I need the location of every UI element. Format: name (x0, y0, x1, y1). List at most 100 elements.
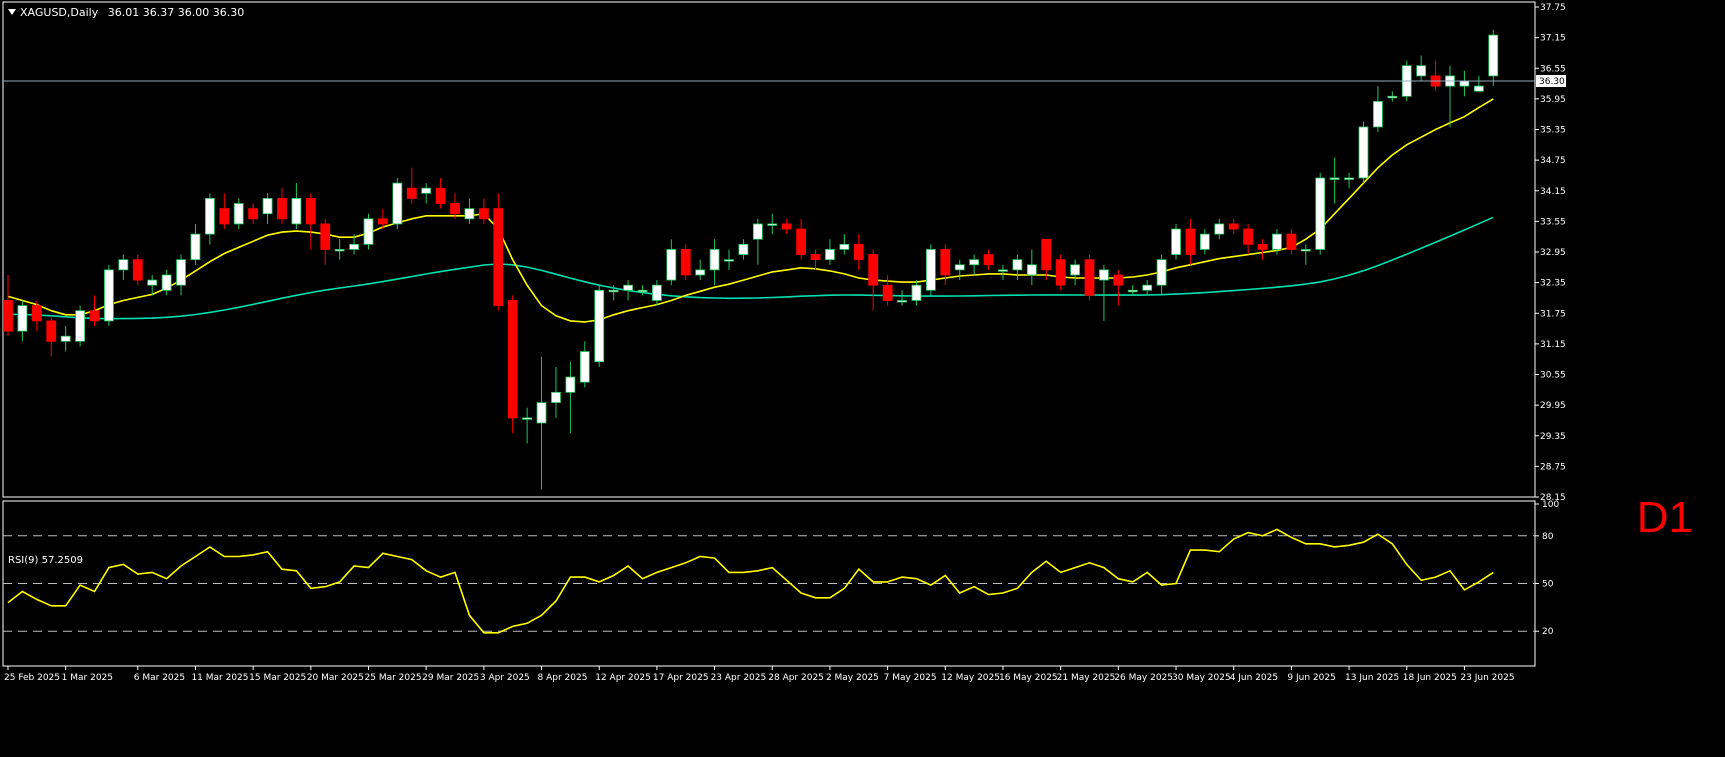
time-tick-label: 26 May 2025 (1114, 673, 1173, 683)
price-tick-label: 32.35 (1540, 279, 1566, 289)
candle-down (1228, 223, 1239, 230)
candle-up (1473, 85, 1484, 92)
ma-slow-path (7, 216, 1494, 320)
candle-up (334, 249, 345, 252)
time-tick-label: 30 May 2025 (1172, 673, 1231, 683)
candle-up (637, 289, 648, 293)
time-tick-label: 15 Mar 2025 (249, 673, 306, 683)
current-price-label: 36.30 (1539, 77, 1565, 87)
time-tick-label: 21 May 2025 (1057, 673, 1116, 683)
candle-up (998, 269, 1008, 272)
candle-up (233, 203, 244, 225)
time-tick-label: 16 May 2025 (999, 673, 1058, 683)
candle-up (839, 243, 850, 250)
candle-up (565, 376, 576, 393)
candle-up (954, 264, 965, 271)
candle-up (551, 391, 561, 403)
rsi-tick-label: 20 (1542, 627, 1554, 637)
candle-down (796, 228, 806, 255)
candle-up (392, 182, 403, 225)
time-tick-label: 11 Mar 2025 (191, 673, 248, 683)
candles (3, 29, 1499, 490)
candle-up (161, 274, 172, 291)
candle-down (940, 249, 951, 276)
price-tick-label: 33.55 (1540, 217, 1566, 227)
time-tick-label: 20 Mar 2025 (307, 673, 364, 683)
candle-down (248, 208, 259, 220)
candle-down (1055, 259, 1066, 286)
time-tick-label: 25 Feb 2025 (4, 673, 60, 683)
candle-up (1156, 259, 1167, 286)
time-tick-label: 23 Apr 2025 (711, 673, 767, 683)
time-tick-label: 23 Jun 2025 (1460, 673, 1514, 683)
candle-down (277, 198, 287, 220)
price-tick-label: 32.95 (1540, 248, 1566, 258)
rsi-path (7, 528, 1494, 634)
candle-up (75, 310, 85, 342)
candle-down (219, 208, 230, 225)
candle-up (1214, 223, 1225, 235)
candle-up (204, 198, 215, 235)
candle-down (450, 203, 460, 215)
rsi-tick-label: 100 (1542, 500, 1559, 510)
candle-up (147, 279, 158, 286)
candle-down (983, 254, 994, 266)
candle-down (1257, 243, 1268, 250)
candle-up (608, 289, 619, 293)
candle-up (1300, 249, 1311, 252)
candle-down (3, 300, 13, 332)
time-tick-label: 25 Mar 2025 (365, 673, 422, 683)
candle-down (1041, 238, 1052, 271)
symbol-label: XAGUSD,Daily (20, 6, 99, 19)
candle-down (853, 243, 864, 261)
candle-up (1127, 289, 1138, 293)
candle-up (17, 305, 28, 332)
candle-up (925, 249, 936, 291)
candle-up (60, 335, 71, 342)
price-tick-label: 37.75 (1540, 3, 1566, 13)
chart-header[interactable]: XAGUSD,Daily 36.01 36.37 36.00 36.30 (8, 6, 244, 19)
time-tick-label: 1 Mar 2025 (62, 673, 113, 683)
candle-down (1113, 274, 1124, 286)
candle-up (421, 187, 432, 194)
ma-slow-line (7, 216, 1494, 320)
candle-up (1099, 269, 1109, 281)
rsi-header: RSI(9) 57.2509 (8, 555, 83, 566)
candle-up (1373, 101, 1383, 128)
candle-up (176, 259, 186, 286)
time-tick-label: 17 Apr 2025 (653, 673, 709, 683)
price-tick-label: 35.35 (1540, 126, 1566, 136)
time-tick-label: 13 Jun 2025 (1345, 673, 1399, 683)
price-tick-label: 30.55 (1540, 371, 1566, 381)
dropdown-triangle-icon[interactable] (8, 9, 16, 15)
rsi-line (3, 528, 1535, 634)
candle-up (262, 198, 273, 215)
candle-up (1026, 264, 1037, 276)
price-tick-label: 29.95 (1540, 401, 1566, 411)
candle-up (1012, 259, 1023, 271)
price-tick-label: 35.95 (1540, 95, 1566, 105)
time-tick-label: 7 May 2025 (884, 673, 937, 683)
time-tick-label: 6 Mar 2025 (134, 673, 185, 683)
time-axis: 25 Feb 2025 1 Mar 2025 6 Mar 2025 11 Mar 20… (4, 666, 1515, 683)
candle-up (1272, 233, 1282, 250)
candle-up (724, 259, 734, 262)
chart-canvas[interactable]: 37.75 37.15 36.55 35.95 35.35 34.75 34.15 33.55… (0, 0, 1725, 757)
candle-up (666, 249, 677, 281)
candle-up (1416, 65, 1427, 77)
candle-down (89, 310, 100, 322)
candle-up (522, 417, 533, 420)
candle-up (1329, 177, 1340, 180)
time-tick-label: 29 Mar 2025 (422, 673, 479, 683)
candle-up (1344, 177, 1354, 180)
candle-up (1488, 34, 1499, 77)
candle-down (1084, 259, 1095, 296)
candle-up (695, 269, 706, 276)
time-tick-label: 4 Jun 2025 (1230, 673, 1278, 683)
candle-down (493, 208, 504, 306)
candle-up (118, 259, 129, 271)
price-tick-label: 34.75 (1540, 156, 1566, 166)
price-tick-label: 36.55 (1540, 64, 1566, 74)
candle-up (738, 243, 749, 255)
candle-down (1286, 233, 1297, 250)
